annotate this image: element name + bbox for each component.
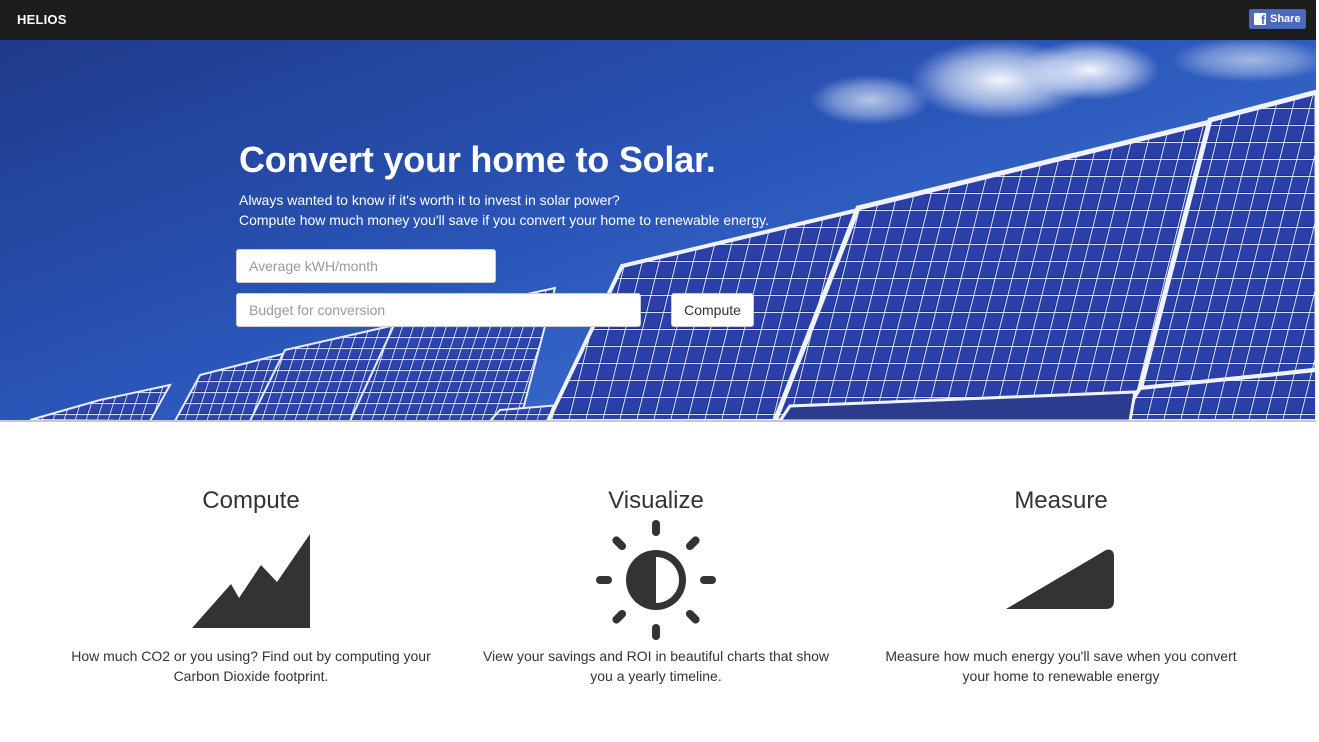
feature-text-line2: Carbon Dioxide footprint. bbox=[173, 668, 329, 684]
feature-text-line2: your home to renewable energy bbox=[962, 668, 1160, 684]
brand-logo[interactable]: HELIOS bbox=[17, 12, 67, 27]
average-kwh-input[interactable] bbox=[236, 249, 496, 283]
feature-title: Measure bbox=[1014, 487, 1108, 514]
compute-button[interactable]: Compute bbox=[671, 293, 754, 327]
facebook-icon: f bbox=[1254, 13, 1266, 26]
feature-title: Compute bbox=[202, 487, 300, 514]
feature-title: Visualize bbox=[608, 487, 704, 514]
hero-divider bbox=[0, 420, 1317, 422]
signal-wedge-icon bbox=[1006, 549, 1114, 609]
feature-visualize: Visualize View your savings and ROI in b… bbox=[453, 486, 859, 686]
facebook-share-button[interactable]: f Share bbox=[1249, 9, 1306, 29]
brightness-sun-icon bbox=[596, 520, 716, 640]
hero-title: Convert your home to Solar. bbox=[239, 139, 716, 180]
budget-input[interactable] bbox=[236, 293, 641, 327]
feature-text-line1: View your savings and ROI in beautiful c… bbox=[482, 648, 830, 664]
feature-text-line1: How much CO2 or you using? Find out by c… bbox=[71, 648, 431, 664]
top-navbar: HELIOS f Share bbox=[0, 0, 1317, 40]
hero-subtitle-line2: Compute how much money you'll save if yo… bbox=[239, 212, 770, 228]
area-chart-icon bbox=[192, 534, 310, 628]
hero-subtitle-line1: Always wanted to know if it's worth it t… bbox=[239, 192, 620, 208]
feature-text-line2: you a yearly timeline. bbox=[590, 668, 722, 684]
share-label: Share bbox=[1270, 13, 1301, 25]
feature-measure: Measure Measure how much energy you'll s… bbox=[858, 486, 1264, 686]
solar-panels-background bbox=[29, 40, 1317, 421]
hero-banner: Convert your home to Solar. Always wante… bbox=[0, 40, 1317, 421]
feature-compute: Compute How much CO2 or you using? Find … bbox=[48, 486, 454, 686]
feature-text-line1: Measure how much energy you'll save when… bbox=[885, 648, 1237, 664]
